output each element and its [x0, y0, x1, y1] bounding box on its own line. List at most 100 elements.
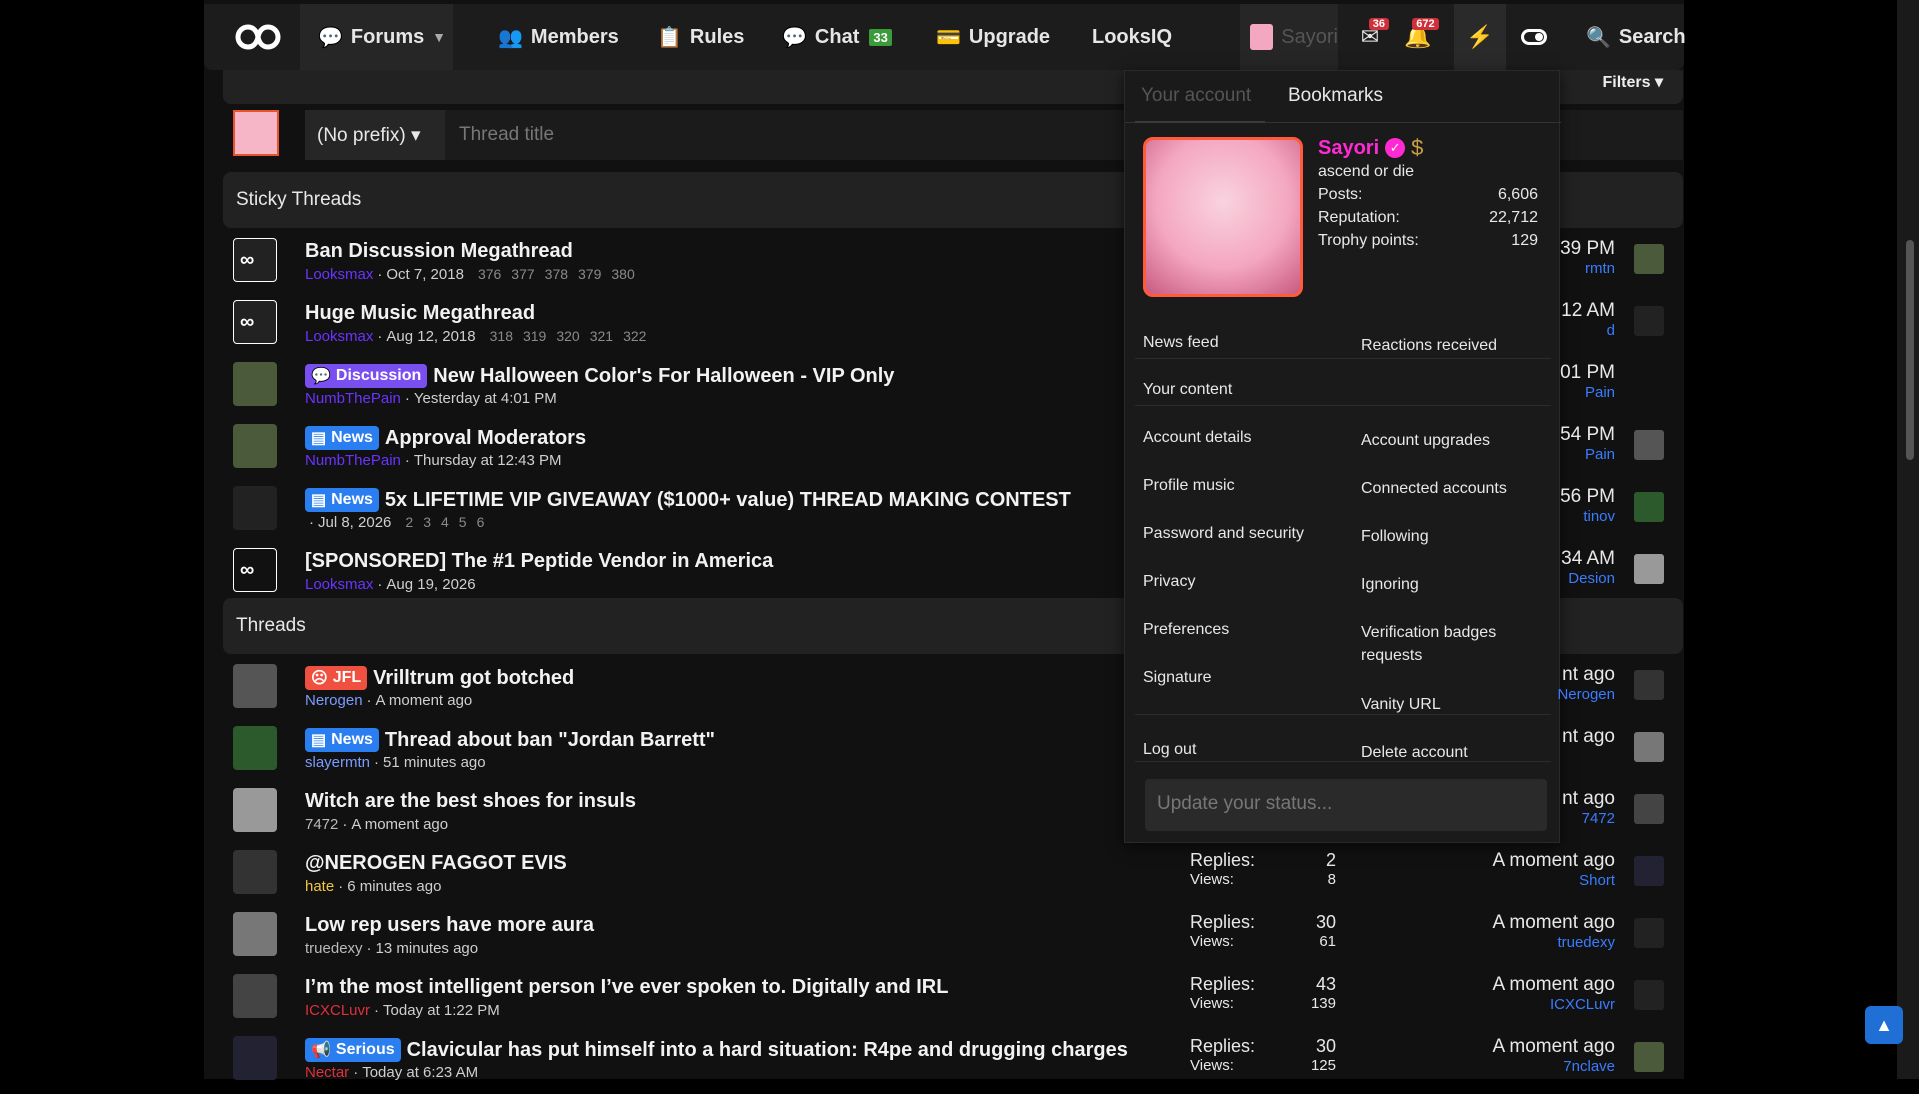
- thread-author-avatar[interactable]: ∞: [233, 238, 277, 282]
- thread-prefix-badge[interactable]: ▤ News: [305, 488, 379, 512]
- thread-title-link[interactable]: Approval Moderators: [385, 427, 586, 450]
- last-post-user[interactable]: Desion: [1561, 570, 1615, 587]
- thread-author-link[interactable]: NumbThePain: [305, 452, 401, 469]
- account-menu-link[interactable]: Password and security: [1143, 525, 1304, 543]
- thread-row[interactable]: ∞ [SPONSORED] The #1 Peptide Vendor in Am…: [223, 544, 1123, 606]
- alerts-button[interactable]: 🔔 672: [1392, 4, 1444, 70]
- last-post-time[interactable]: nt ago: [1557, 664, 1615, 686]
- last-post-time[interactable]: 34 AM: [1561, 548, 1615, 570]
- site-logo-icon[interactable]: [234, 22, 282, 52]
- thread-author-link[interactable]: truedexy: [305, 940, 363, 957]
- last-post-time[interactable]: A moment ago: [1492, 912, 1615, 934]
- thread-row[interactable]: 💬 Discussion New Halloween Color's For Hal…: [223, 358, 1123, 420]
- thread-author-avatar[interactable]: ∞: [233, 300, 277, 344]
- last-poster-avatar[interactable]: [1634, 918, 1664, 948]
- thread-title-link[interactable]: [SPONSORED] The #1 Peptide Vendor in Ame…: [305, 550, 773, 573]
- thread-prefix-badge[interactable]: ☹ JFL: [305, 666, 368, 690]
- page-link[interactable]: 376: [478, 266, 501, 282]
- last-post-user[interactable]: 7nclave: [1492, 1058, 1615, 1075]
- scrollbar[interactable]: [1897, 0, 1919, 1079]
- thread-prefix-badge[interactable]: ▤ News: [305, 426, 379, 450]
- page-link[interactable]: 6: [477, 514, 485, 530]
- thread-author-avatar[interactable]: [233, 850, 277, 894]
- thread-author-link[interactable]: Looksmax: [305, 328, 373, 345]
- tab-your-account[interactable]: Your account: [1141, 85, 1251, 107]
- last-poster-avatar[interactable]: [1634, 306, 1664, 336]
- thread-author-link[interactable]: ICXCLuvr: [305, 1002, 370, 1019]
- last-post-time[interactable]: 39 PM: [1560, 238, 1615, 260]
- account-menu-link[interactable]: Account upgrades: [1361, 429, 1531, 452]
- last-poster-avatar[interactable]: [1634, 554, 1664, 584]
- thread-title-link[interactable]: Huge Music Megathread: [305, 302, 535, 325]
- thread-title-link[interactable]: 5x LIFETIME VIP GIVEAWAY ($1000+ value) …: [385, 489, 1071, 512]
- last-post-time[interactable]: 54 PM: [1560, 424, 1615, 446]
- thread-title-link[interactable]: Ban Discussion Megathread: [305, 240, 573, 263]
- thread-row[interactable]: 📢 Serious Clavicular has put himself into …: [223, 1032, 1128, 1094]
- account-menu-link[interactable]: Ignoring: [1361, 573, 1531, 596]
- account-menu-link[interactable]: Account details: [1143, 429, 1252, 447]
- scroll-to-top-button[interactable]: ▲: [1865, 1006, 1903, 1044]
- nav-rules[interactable]: 📋 Rules: [657, 4, 744, 70]
- account-menu-link[interactable]: News feed: [1143, 334, 1219, 352]
- thread-author-link[interactable]: hate: [305, 878, 334, 895]
- status-input[interactable]: Update your status...: [1145, 779, 1547, 831]
- last-post-user[interactable]: Pain: [1560, 446, 1615, 463]
- last-post-user[interactable]: tinov: [1560, 508, 1615, 525]
- forums-dropdown-toggle[interactable]: ▼: [425, 4, 453, 70]
- thread-title-link[interactable]: Vrilltrum got botched: [373, 667, 574, 690]
- page-link[interactable]: 4: [441, 514, 449, 530]
- account-menu-link[interactable]: Vanity URL: [1361, 693, 1531, 716]
- thread-title-link[interactable]: New Halloween Color's For Halloween - VI…: [433, 365, 894, 388]
- whats-new-button[interactable]: ⚡: [1454, 4, 1506, 70]
- account-menu-link[interactable]: Your content: [1143, 381, 1232, 399]
- page-link[interactable]: 321: [590, 328, 613, 344]
- page-link[interactable]: 377: [511, 266, 534, 282]
- inbox-button[interactable]: ✉ 36: [1344, 4, 1396, 70]
- nav-chat[interactable]: 💬 Chat 33: [782, 4, 892, 70]
- thread-author-link[interactable]: Looksmax: [305, 266, 373, 283]
- page-link[interactable]: 3: [423, 514, 431, 530]
- thread-author-avatar[interactable]: [233, 664, 277, 708]
- thread-prefix-badge[interactable]: ▤ News: [305, 728, 379, 752]
- page-link[interactable]: 5: [459, 514, 467, 530]
- thread-row[interactable]: ∞ Huge Music Megathread Looksmax · Aug 12, 2…: [223, 296, 1123, 358]
- thread-title-link[interactable]: Clavicular has put himself into a hard s…: [407, 1039, 1128, 1062]
- thread-author-avatar[interactable]: [233, 486, 277, 530]
- thread-row[interactable]: I’m the most intelligent person I’ve eve…: [223, 970, 1123, 1032]
- thread-title-link[interactable]: Witch are the best shoes for insuls: [305, 790, 636, 813]
- nav-forums[interactable]: 💬 Forums: [300, 4, 425, 70]
- page-link[interactable]: 2: [405, 514, 413, 530]
- account-menu-link[interactable]: Signature: [1143, 669, 1212, 687]
- thread-row[interactable]: ☹ JFL Vrilltrum got botched Nerogen · A momen…: [223, 660, 1123, 722]
- thread-row[interactable]: Low rep users have more aura truedexy · 13 …: [223, 908, 1123, 970]
- thread-author-link[interactable]: NumbThePain: [305, 390, 401, 407]
- prefix-select[interactable]: (No prefix) ▾: [305, 110, 445, 160]
- last-poster-avatar[interactable]: [1634, 670, 1664, 700]
- page-link[interactable]: 320: [556, 328, 579, 344]
- account-menu-link[interactable]: Following: [1361, 525, 1531, 548]
- last-poster-avatar[interactable]: [1634, 244, 1664, 274]
- account-menu-link[interactable]: Privacy: [1143, 573, 1195, 591]
- last-poster-avatar[interactable]: [1634, 732, 1664, 762]
- last-poster-avatar[interactable]: [1634, 856, 1664, 886]
- thread-title-link[interactable]: Low rep users have more aura: [305, 914, 594, 937]
- thread-prefix-badge[interactable]: 💬 Discussion: [305, 364, 428, 388]
- thread-author-avatar[interactable]: [233, 974, 277, 1018]
- thread-author-avatar[interactable]: [233, 788, 277, 832]
- thread-row[interactable]: ∞ Ban Discussion Megathread Looksmax · Oct 7…: [223, 234, 1123, 296]
- thread-author-link[interactable]: Nectar: [305, 1064, 349, 1081]
- last-post-user[interactable]: rmtn: [1560, 260, 1615, 277]
- thread-title-input[interactable]: Thread title: [459, 124, 554, 146]
- thread-author-link[interactable]: 7472: [305, 816, 338, 833]
- last-post-time[interactable]: A moment ago: [1492, 1036, 1615, 1058]
- last-post-user[interactable]: 7472: [1562, 810, 1615, 827]
- last-post-time[interactable]: A moment ago: [1492, 974, 1615, 996]
- last-poster-avatar[interactable]: [1634, 368, 1664, 398]
- account-menu-link[interactable]: Connected accounts: [1361, 477, 1531, 500]
- last-poster-avatar[interactable]: [1634, 980, 1664, 1010]
- tab-bookmarks[interactable]: Bookmarks: [1288, 85, 1383, 107]
- scrollbar-thumb[interactable]: [1906, 240, 1914, 460]
- page-link[interactable]: 378: [545, 266, 568, 282]
- nav-user-menu[interactable]: Sayori: [1240, 4, 1338, 70]
- thread-row[interactable]: ▤ News Approval Moderators NumbThePain · Thur…: [223, 420, 1123, 482]
